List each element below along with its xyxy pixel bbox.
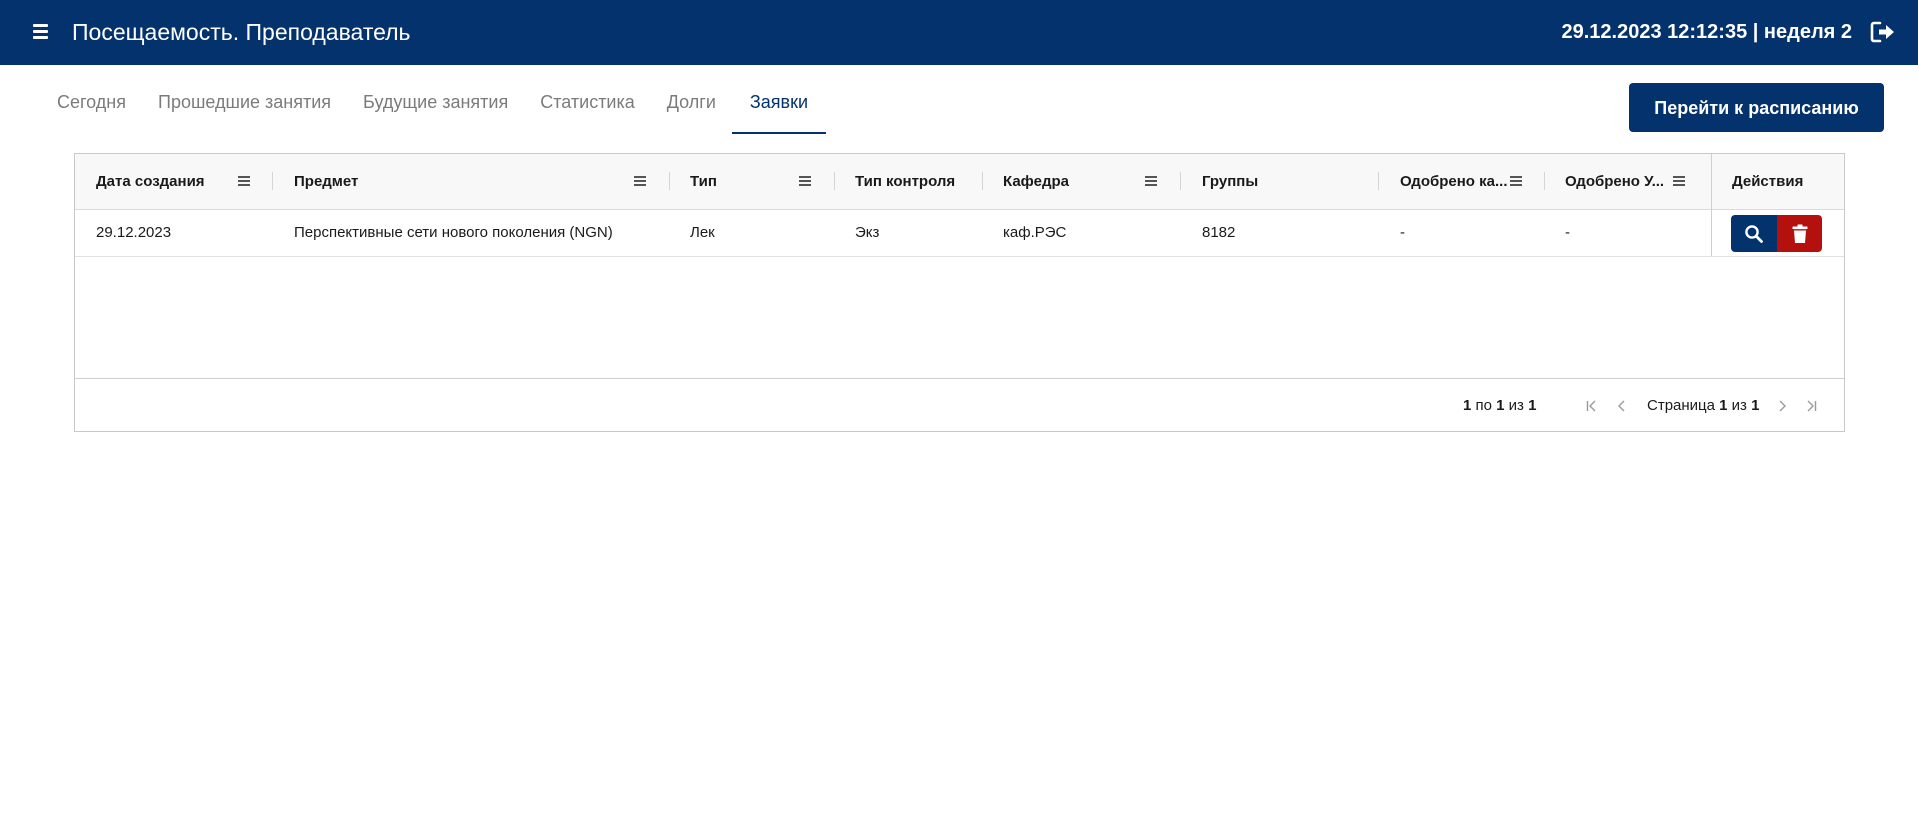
- table-header: Дата создания Предмет Тип Тип контроля К…: [75, 154, 1844, 210]
- column-separator[interactable]: [272, 172, 273, 190]
- top-bar: Посещаемость. Преподаватель 29.12.2023 1…: [0, 0, 1918, 65]
- cell-department: каф.РЭС: [1003, 224, 1067, 241]
- cell-approved-u: -: [1565, 224, 1570, 241]
- tab-statistics[interactable]: Статистика: [524, 82, 651, 132]
- trash-icon: [1792, 224, 1807, 243]
- cell-subject: Перспективные сети нового поколения (NGN…: [294, 224, 613, 241]
- column-menu-icon[interactable]: [799, 174, 813, 188]
- tab-debts[interactable]: Долги: [651, 82, 732, 132]
- column-separator[interactable]: [669, 172, 670, 190]
- requests-table: Дата создания Предмет Тип Тип контроля К…: [74, 153, 1845, 432]
- column-header-control-type[interactable]: Тип контроля: [855, 154, 985, 209]
- cell-type: Лек: [690, 224, 715, 241]
- go-to-schedule-button[interactable]: Перейти к расписанию: [1629, 83, 1884, 132]
- last-page-icon[interactable]: [1804, 399, 1818, 413]
- cell-approved-dept: -: [1400, 224, 1405, 241]
- cell-groups: 8182: [1202, 224, 1236, 241]
- column-menu-icon[interactable]: [1673, 174, 1687, 188]
- column-separator[interactable]: [834, 172, 835, 190]
- tab-past-classes[interactable]: Прошедшие занятия: [142, 82, 347, 132]
- delete-button[interactable]: [1777, 215, 1822, 252]
- column-menu-icon[interactable]: [1145, 174, 1159, 188]
- cell-date: 29.12.2023: [96, 224, 172, 241]
- view-button[interactable]: [1731, 215, 1777, 252]
- column-header-actions: Действия: [1732, 173, 1804, 190]
- column-header-date[interactable]: Дата создания: [96, 154, 246, 209]
- app-title: Посещаемость. Преподаватель: [72, 19, 411, 45]
- logout-icon[interactable]: [1870, 20, 1896, 44]
- hamburger-icon[interactable]: [31, 21, 51, 41]
- column-header-approved-dept[interactable]: Одобрено ка...: [1400, 154, 1520, 209]
- row-range-summary: 1 по 1 из 1: [1463, 397, 1537, 414]
- table-row[interactable]: 29.12.2023 Перспективные сети нового пок…: [75, 210, 1844, 257]
- column-menu-icon[interactable]: [634, 174, 648, 188]
- column-menu-icon[interactable]: [238, 174, 252, 188]
- column-separator[interactable]: [1180, 172, 1181, 190]
- tab-future-classes[interactable]: Будущие занятия: [347, 82, 524, 132]
- column-separator[interactable]: [1544, 172, 1545, 190]
- column-header-type[interactable]: Тип: [690, 154, 790, 209]
- pagination-bar: 1 по 1 из 1 Страница 1 из 1: [75, 378, 1844, 432]
- next-page-icon[interactable]: [1775, 399, 1789, 413]
- column-header-subject[interactable]: Предмет: [294, 154, 624, 209]
- column-menu-icon[interactable]: [1510, 174, 1524, 188]
- column-separator[interactable]: [982, 172, 983, 190]
- column-separator[interactable]: [1378, 172, 1379, 190]
- column-header-approved-u[interactable]: Одобрено У...: [1565, 154, 1675, 209]
- previous-page-icon[interactable]: [1615, 399, 1629, 413]
- cell-control-type: Экз: [855, 224, 880, 241]
- page-indicator: Страница 1 из 1: [1647, 397, 1760, 414]
- column-header-groups[interactable]: Группы: [1202, 154, 1352, 209]
- datetime-week: 29.12.2023 12:12:35 | неделя 2: [1561, 21, 1853, 43]
- search-icon: [1745, 224, 1763, 243]
- tab-today[interactable]: Сегодня: [41, 82, 142, 132]
- tab-requests[interactable]: Заявки: [731, 82, 827, 134]
- tab-bar: Сегодня Прошедшие занятия Будущие заняти…: [41, 82, 827, 134]
- column-header-department[interactable]: Кафедра: [1003, 154, 1143, 209]
- first-page-icon[interactable]: [1585, 399, 1599, 413]
